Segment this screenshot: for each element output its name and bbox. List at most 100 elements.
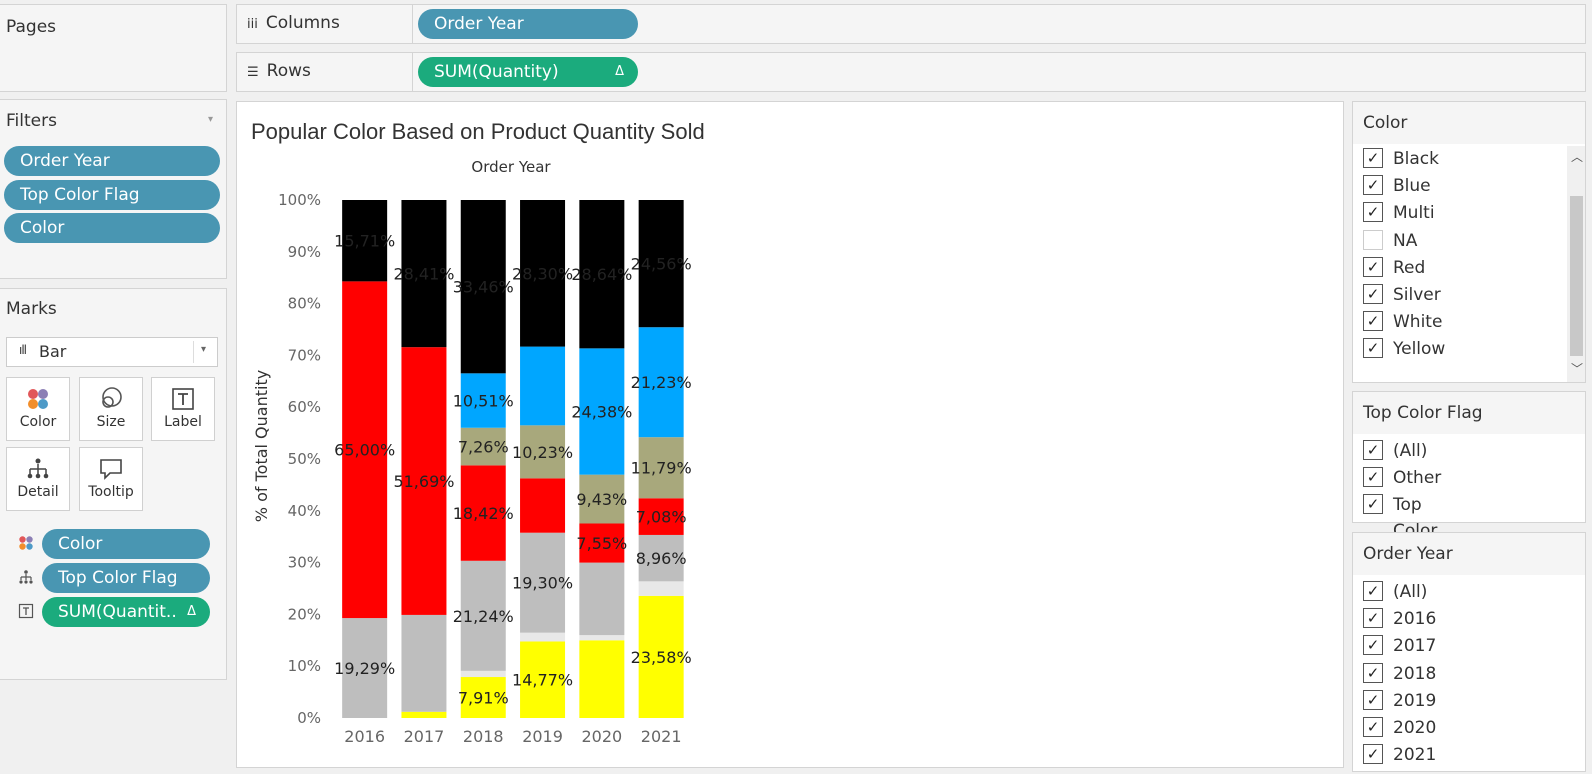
marks-label-label: Label <box>164 414 202 430</box>
mark-type-dropdown[interactable]: ıll Bar ▾ <box>6 337 218 367</box>
columns-pill-order-year[interactable]: Order Year <box>418 9 638 39</box>
marks-detail-button[interactable]: Detail <box>6 447 70 511</box>
bar-segment[interactable] <box>460 670 506 678</box>
marks-tooltip-button[interactable]: Tooltip <box>79 447 143 511</box>
bar-segment[interactable] <box>638 581 684 596</box>
dropdown-divider <box>193 341 194 363</box>
bar-segment[interactable] <box>579 640 625 718</box>
chevron-down-icon: ▾ <box>201 344 207 355</box>
detail-icon <box>7 448 69 484</box>
filter-pill-color[interactable]: Color <box>4 213 220 243</box>
checkbox-checked-icon[interactable]: ✓ <box>1363 311 1383 332</box>
legend-year-label: 2020 <box>1393 718 1437 738</box>
marks-label-button[interactable]: Label <box>151 377 215 441</box>
x-tick-label: 2018 <box>463 727 504 746</box>
marks-field-sum-quantity[interactable]: SUM(Quantit.. Δ <box>42 597 210 627</box>
order-year-filter-card: Order Year ✓ (All) ✓ 2016 ✓ 2017 ✓ 2018 ✓ 2019 ✓ 20… <box>1352 532 1586 772</box>
y-tick-label: 40% <box>288 502 321 520</box>
chart-title: Popular Color Based on Product Quantity … <box>251 119 705 144</box>
bar-data-label: 28,64% <box>571 265 632 284</box>
y-axis-title: % of Total Quantity <box>252 370 271 522</box>
legend-flag-label: (All) <box>1393 441 1428 461</box>
checkbox-unchecked-icon[interactable] <box>1363 229 1383 250</box>
checkbox-checked-icon[interactable]: ✓ <box>1363 148 1383 168</box>
columns-icon: iii <box>247 17 258 32</box>
detail-icon <box>18 569 34 589</box>
checkbox-checked-icon[interactable]: ✓ <box>1363 717 1383 737</box>
bar-data-label: 15,71% <box>334 232 395 251</box>
checkbox-checked-icon[interactable]: ✓ <box>1363 256 1383 277</box>
filter-pill-top-color-flag[interactable]: Top Color Flag <box>4 180 220 210</box>
bar-data-label: 7,08% <box>636 508 687 527</box>
bar-data-label: 19,30% <box>512 574 573 593</box>
color-legend-card: Color ✓ Black ✓ Blue ✓ Multi NA ✓ Red ✓ Silver ✓ Whi… <box>1352 101 1586 383</box>
filters-menu-caret-icon[interactable]: ▾ <box>208 114 213 125</box>
legend-year-label: 2016 <box>1393 609 1437 630</box>
scroll-up-icon[interactable]: ︿ <box>1571 148 1583 165</box>
bar-data-label: 10,23% <box>512 443 573 462</box>
rows-pill-label: SUM(Quantity) <box>434 62 559 82</box>
checkbox-checked-icon[interactable]: ✓ <box>1363 608 1383 629</box>
checkbox-checked-icon[interactable]: ✓ <box>1363 202 1383 223</box>
delta-icon: Δ <box>187 604 196 619</box>
mark-type-label: Bar <box>39 342 67 361</box>
y-tick-label: 30% <box>288 554 321 572</box>
y-tick-label: 100% <box>278 191 321 209</box>
bar-segment[interactable] <box>401 711 447 718</box>
marks-color-label: Color <box>19 414 57 430</box>
legend-year-label: 2019 <box>1393 690 1437 711</box>
bar-data-label: 14,77% <box>512 671 573 690</box>
marks-tooltip-label: Tooltip <box>88 484 134 500</box>
rows-pill-sum-quantity[interactable]: SUM(Quantity) Δ <box>418 57 638 87</box>
bar-data-label: 8,96% <box>636 549 687 568</box>
y-tick-label: 20% <box>288 605 321 623</box>
marks-field-sum-quantity-label: SUM(Quantit.. <box>58 602 177 622</box>
scroll-down-icon[interactable]: ﹀ <box>1571 360 1583 377</box>
checkbox-checked-icon[interactable]: ✓ <box>1363 467 1383 488</box>
top-color-flag-filter-title: Top Color Flag <box>1353 392 1585 434</box>
bar-segment[interactable] <box>520 346 566 426</box>
bar-segment[interactable] <box>401 614 447 712</box>
rows-icon: ☰ <box>247 65 259 80</box>
legend-color-label: Blue <box>1393 176 1431 197</box>
bar-data-label: 10,51% <box>453 392 514 411</box>
bar-segment[interactable] <box>579 562 625 636</box>
marks-color-button[interactable]: Color <box>6 377 70 441</box>
bar-data-label: 33,46% <box>453 278 514 297</box>
bar-segment[interactable] <box>520 478 566 533</box>
checkbox-checked-icon[interactable]: ✓ <box>1363 494 1383 515</box>
marks-detail-label: Detail <box>17 484 59 500</box>
checkbox-checked-icon[interactable]: ✓ <box>1363 635 1383 656</box>
bar-chart-icon: ıll <box>19 343 27 357</box>
checkbox-checked-icon[interactable]: ✓ <box>1363 662 1383 683</box>
x-tick-label: 2021 <box>641 727 682 746</box>
bar-data-label: 28,30% <box>512 264 573 283</box>
bar-segment[interactable] <box>520 632 566 642</box>
columns-label-text: Columns <box>265 13 340 33</box>
legend-flag-label: Other <box>1393 468 1442 489</box>
bar-data-label: 24,38% <box>571 402 632 421</box>
bar-segment[interactable] <box>579 635 625 641</box>
x-tick-label: 2020 <box>581 727 622 746</box>
bar-data-label: 51,69% <box>393 472 454 491</box>
bar-data-label: 21,23% <box>631 373 692 392</box>
checkbox-checked-icon[interactable]: ✓ <box>1363 284 1383 304</box>
checkbox-checked-icon[interactable]: ✓ <box>1363 581 1383 601</box>
marks-size-button[interactable]: Size <box>79 377 143 441</box>
label-icon <box>18 603 34 623</box>
checkbox-checked-icon[interactable]: ✓ <box>1363 175 1383 196</box>
scrollbar-thumb[interactable] <box>1570 196 1583 356</box>
scrollbar-track[interactable]: ︿ ﹀ <box>1567 146 1585 382</box>
bar-data-label: 7,55% <box>576 534 627 553</box>
bar-data-label: 28,41% <box>393 265 454 284</box>
filter-pill-order-year[interactable]: Order Year <box>4 146 220 176</box>
marks-field-top-color-flag[interactable]: Top Color Flag <box>42 563 210 593</box>
marks-field-color[interactable]: Color <box>42 529 210 559</box>
checkbox-checked-icon[interactable]: ✓ <box>1363 440 1383 460</box>
y-tick-label: 60% <box>288 398 321 416</box>
legend-year-label: 2018 <box>1393 663 1437 684</box>
checkbox-checked-icon[interactable]: ✓ <box>1363 689 1383 710</box>
checkbox-checked-icon[interactable]: ✓ <box>1363 744 1383 765</box>
bar-data-label: 18,42% <box>453 504 514 523</box>
checkbox-checked-icon[interactable]: ✓ <box>1363 338 1383 359</box>
